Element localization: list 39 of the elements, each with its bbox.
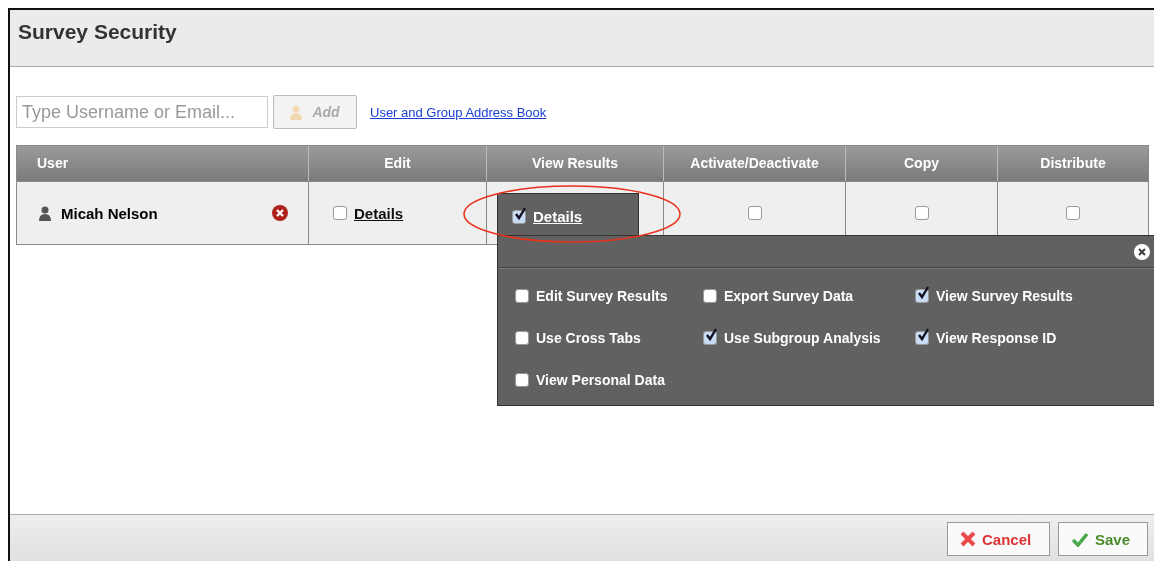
checkbox[interactable] (915, 331, 929, 345)
remove-icon[interactable] (272, 205, 288, 221)
option-label: Use Subgroup Analysis (724, 330, 881, 346)
option-label: Edit Survey Results (536, 288, 668, 304)
address-book-link[interactable]: User and Group Address Book (370, 104, 547, 120)
checkbox[interactable] (333, 206, 347, 220)
option-label: Export Survey Data (724, 288, 854, 304)
checkbox[interactable] (914, 206, 929, 220)
checkbox[interactable] (915, 289, 929, 303)
details-link[interactable]: Details (533, 208, 583, 225)
checkbox[interactable] (703, 289, 717, 303)
checkbox[interactable] (1066, 206, 1080, 220)
column-header: Distribute (997, 146, 1148, 181)
column-header: Edit (308, 146, 486, 181)
column-header: Copy (845, 146, 997, 181)
search-field[interactable]: Type Username or Email... (16, 96, 268, 128)
user-name: Micah Nelson (61, 204, 158, 222)
checkbox[interactable] (703, 331, 717, 345)
user-icon (39, 205, 51, 221)
checkbox[interactable] (747, 206, 762, 220)
cancel-button[interactable]: Cancel (947, 522, 1050, 556)
close-icon[interactable] (1134, 243, 1150, 260)
save-button[interactable]: Save (1058, 522, 1148, 556)
option-label: View Personal Data (536, 372, 665, 388)
checkbox[interactable] (515, 289, 529, 303)
checkbox[interactable] (512, 209, 526, 224)
option-label: View Response ID (936, 330, 1057, 346)
checkbox[interactable] (515, 331, 529, 345)
close-icon (960, 531, 976, 547)
user-icon (290, 104, 303, 120)
option-label: Use Cross Tabs (536, 330, 641, 346)
column-header: User (17, 146, 308, 181)
checkbox[interactable] (515, 373, 529, 387)
option-label: View Survey Results (936, 288, 1073, 304)
column-header: View Results (486, 146, 663, 181)
details-link[interactable]: Details (354, 204, 404, 222)
column-header: Activate/Deactivate (663, 146, 845, 181)
window-title: Survey Security (18, 20, 177, 44)
check-icon (1071, 531, 1089, 547)
